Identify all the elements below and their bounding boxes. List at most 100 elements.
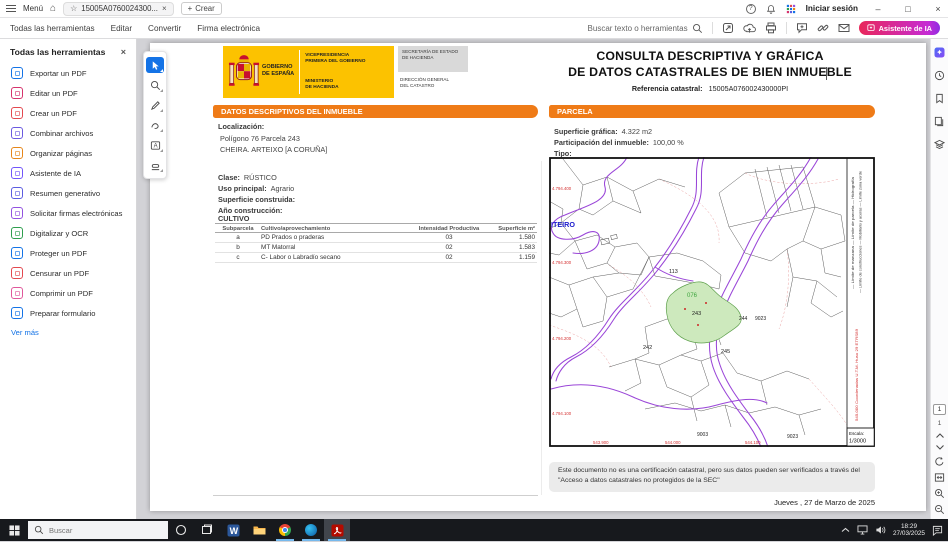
svg-text:4.794.400: 4.794.400 (552, 186, 572, 191)
search-field[interactable]: Buscar texto o herramientas (588, 23, 703, 34)
tray-chevron-icon[interactable] (841, 527, 850, 533)
gen-summary-icon[interactable] (934, 47, 945, 58)
word-taskbar-icon[interactable]: W (220, 519, 246, 541)
map-scale-box: Escala: 1/3000 (847, 428, 874, 446)
acrobat-taskbar-icon[interactable] (324, 519, 350, 541)
title-bar: Menú ⌂ ☆ 15005A0760024300... × + Crear ? (0, 0, 948, 18)
tool-prepare-form[interactable]: Preparar formulario (0, 303, 136, 323)
ministerio-label: MINISTERIO DE HACIENDA (305, 79, 365, 91)
cloud-upload-icon[interactable] (743, 23, 756, 34)
menu-convert[interactable]: Convertir (148, 24, 181, 33)
page-thumbnails-icon[interactable] (934, 116, 945, 127)
left-column-bottom-rule (213, 495, 538, 496)
ai-assistant-icon (867, 24, 875, 32)
bookmarks-icon[interactable] (934, 93, 945, 104)
menu-all-tools[interactable]: Todas las herramientas (10, 24, 95, 33)
menu-esign[interactable]: Firma electrónica (197, 24, 260, 33)
cultivo-header-row: Subparcela Cultivo/aprovechamiento Inten… (215, 223, 537, 233)
menu-hamburger-icon[interactable] (6, 5, 16, 13)
cultivo-row-c: c C- Labor o Labradío secano 02 1.159 (215, 253, 537, 263)
history-clock-icon[interactable] (934, 70, 945, 81)
help-icon[interactable]: ? (746, 4, 756, 14)
task-view-button[interactable] (194, 519, 220, 541)
document-tab[interactable]: ☆ 15005A0760024300... × (63, 2, 174, 16)
page-number-input[interactable]: 1 (933, 404, 946, 415)
tool-organize-pages[interactable]: Organizar páginas (0, 143, 136, 163)
tool-request-signatures[interactable]: Solicitar firmas electrónicas (0, 203, 136, 223)
tool-scan-ocr[interactable]: Digitalizar y OCR (0, 223, 136, 243)
close-panel-icon[interactable]: × (121, 47, 126, 57)
tool-ai-assistant[interactable]: Asistente de IA (0, 163, 136, 183)
ai-assistant-button[interactable]: Asistente de IA (859, 21, 940, 35)
add-text-tool-button[interactable]: A (146, 137, 164, 153)
taskbar-clock[interactable]: 18:29 27/03/2025 (893, 523, 925, 538)
svg-text:A: A (153, 143, 157, 149)
zoom-in-icon[interactable] (934, 488, 945, 499)
menu-edit[interactable]: Editar (111, 24, 132, 33)
quick-tools-bar: A (143, 51, 167, 179)
layers-icon[interactable] (934, 139, 945, 150)
draw-tool-button[interactable] (146, 117, 164, 133)
star-icon[interactable]: ☆ (70, 5, 77, 13)
next-page-icon[interactable] (935, 444, 945, 451)
close-tab-icon[interactable]: × (162, 5, 167, 13)
chrome-taskbar-icon[interactable] (272, 519, 298, 541)
map-scale-value: 1/3000 (849, 439, 866, 445)
taskbar-search-input[interactable] (49, 526, 149, 535)
tool-edit-pdf[interactable]: Editar un PDF (0, 83, 136, 103)
zoom-tool-button[interactable] (146, 77, 164, 93)
fit-page-icon[interactable] (934, 472, 945, 483)
clock-time: 18:29 (893, 523, 925, 530)
organize-pages-icon (11, 147, 23, 159)
rotate-page-icon[interactable] (934, 456, 945, 467)
tool-redact-pdf[interactable]: Censurar un PDF (0, 263, 136, 283)
email-icon[interactable] (838, 23, 850, 33)
home-icon[interactable]: ⌂ (50, 4, 56, 14)
tool-create-pdf[interactable]: Crear un PDF (0, 103, 136, 123)
previous-page-icon[interactable] (935, 432, 945, 439)
tool-protect-pdf[interactable]: Proteger un PDF (0, 243, 136, 263)
create-button[interactable]: + Crear (181, 2, 222, 15)
scan-ocr-icon (11, 227, 23, 239)
maximize-button[interactable]: □ (898, 0, 918, 18)
close-button[interactable]: × (928, 0, 948, 18)
map-parcel-113: 113 (669, 269, 678, 275)
text-cursor (826, 67, 827, 80)
tool-combine-files[interactable]: Combinar archivos (0, 123, 136, 143)
svg-text:Escala:: Escala: (849, 431, 864, 436)
localizacion-label: Localización: (218, 122, 264, 131)
cortana-button[interactable] (168, 519, 194, 541)
create-pdf-icon (11, 107, 23, 119)
tool-export-pdf[interactable]: Exportar un PDF (0, 63, 136, 83)
add-comment-icon[interactable] (796, 22, 808, 34)
pen-tool-button[interactable] (146, 97, 164, 113)
see-more-link[interactable]: Ver más (0, 323, 136, 337)
menu-label[interactable]: Menú (23, 4, 43, 13)
stamp-tool-button[interactable] (146, 157, 164, 173)
notifications-bell-icon[interactable] (766, 4, 776, 14)
print-icon[interactable] (765, 22, 777, 34)
taskbar-search-box[interactable] (28, 521, 168, 539)
tool-generative-summary[interactable]: Resumen generativo (0, 183, 136, 203)
apps-grid-icon[interactable] (786, 4, 796, 14)
document-canvas: A (137, 39, 930, 519)
network-icon[interactable] (857, 525, 868, 535)
start-button[interactable] (0, 519, 28, 541)
sign-in-button[interactable]: Iniciar sesión (806, 4, 858, 13)
svg-text:543.900: 543.900 (593, 440, 609, 445)
volume-icon[interactable] (875, 525, 886, 535)
map-subparcel-code: 076 (687, 293, 698, 299)
select-tool-button[interactable] (146, 57, 164, 73)
cultivo-title: CULTIVO (218, 214, 249, 223)
tab-title: 15005A0760024300... (81, 4, 158, 13)
export-icon[interactable] (722, 22, 734, 34)
map-parcel-9003: 9003 (697, 432, 708, 438)
direccion-catastro-label: DIRECCIÓN GENERAL DEL CATASTRO (400, 77, 468, 89)
file-explorer-taskbar-icon[interactable] (246, 519, 272, 541)
minimize-button[interactable]: – (868, 0, 888, 18)
action-center-icon[interactable] (932, 525, 943, 536)
zoom-out-icon[interactable] (934, 504, 945, 515)
link-icon[interactable] (817, 22, 829, 34)
edge-taskbar-icon[interactable] (298, 519, 324, 541)
tool-compress-pdf[interactable]: Comprimir un PDF (0, 283, 136, 303)
